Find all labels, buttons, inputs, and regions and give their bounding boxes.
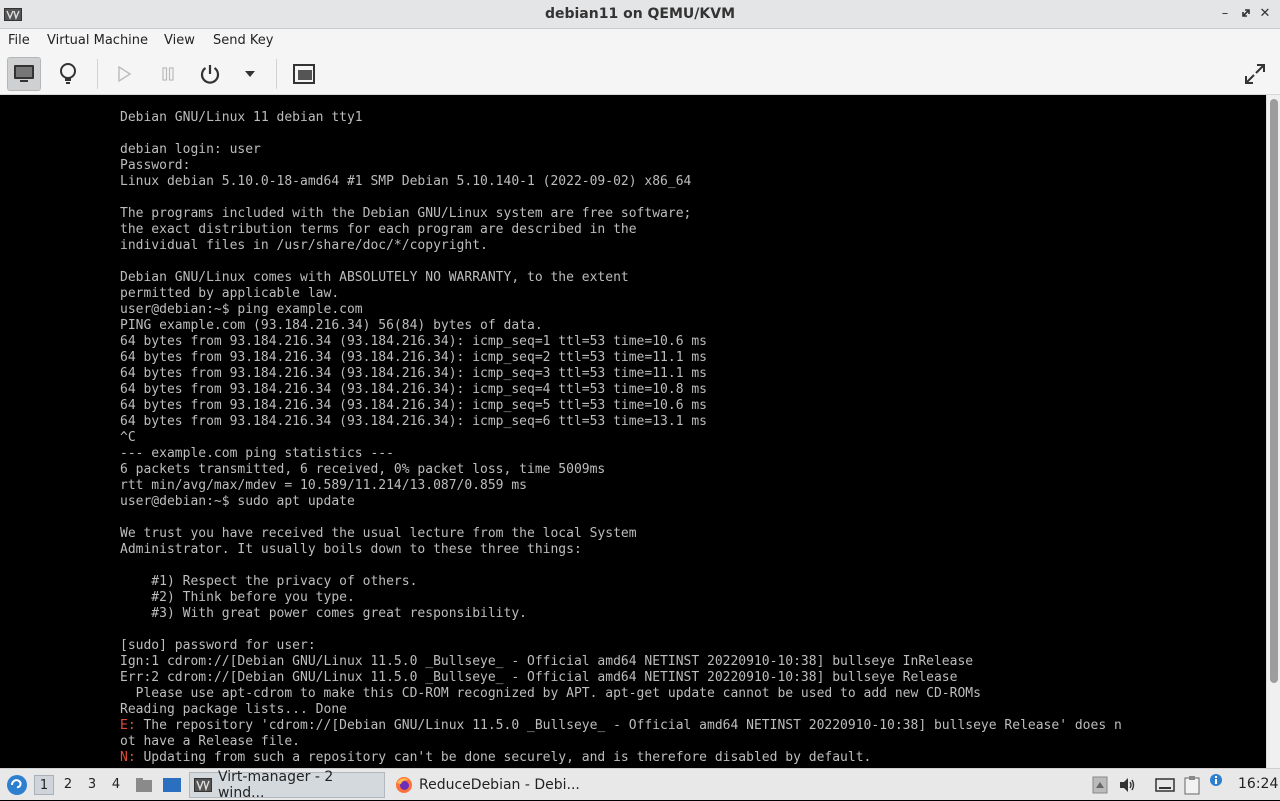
fullscreen-icon [1245,64,1265,84]
close-icon[interactable]: ✕ [1258,7,1272,21]
lightbulb-icon [60,63,76,84]
clock[interactable]: 16:24 [1238,776,1278,792]
error-prefix: E: [120,718,136,733]
notice-prefix: N: [120,750,136,765]
toolbar-separator [97,59,98,89]
keyboard-icon [1155,778,1175,792]
menu-bar: File Virtual Machine View Send Key [0,29,1280,53]
toolbar [0,53,1280,95]
workspace-2[interactable]: 2 [58,775,78,795]
menu-send-key[interactable]: Send Key [213,33,273,48]
toolbar-separator [276,59,277,89]
speaker-icon [1120,778,1135,792]
clipboard-icon [1184,776,1200,795]
file-manager-launcher[interactable] [134,775,154,795]
tray-panel-button[interactable] [1090,775,1110,795]
desktop-icon [163,778,181,792]
taskbar-item-firefox[interactable]: ReduceDebian - Debi... [391,772,591,798]
info-badge-icon [1210,774,1222,786]
chevron-down-icon [245,71,255,77]
workspace-1[interactable]: 1 [34,775,54,795]
minimize-icon[interactable]: – [1218,7,1232,21]
title-bar: debian11 on QEMU/KVM – ✕ [0,0,1280,29]
virt-manager-icon [194,778,212,792]
power-menu-button[interactable] [233,57,267,91]
volume-button[interactable] [1117,775,1137,795]
console-output: Debian GNU/Linux 11 debian tty1 debian l… [120,110,1122,766]
fullscreen-button[interactable] [1238,57,1272,91]
show-desktop-button[interactable] [162,775,182,795]
scrollbar-thumb[interactable] [1270,99,1278,683]
taskbar-item-virt-manager[interactable]: Virt-manager - 2 wind... [189,769,385,801]
maximize-icon[interactable] [1239,7,1253,21]
panel-icon [1092,776,1108,794]
run-button[interactable] [107,57,141,91]
lxqt-start-icon [7,775,27,795]
console-text: The repository 'cdrom://[Debian GNU/Linu… [120,718,1122,749]
play-icon [118,65,132,83]
pause-icon [162,67,174,81]
task-label: ReduceDebian - Debi... [419,777,580,793]
console-text: Updating from such a repository can't be… [135,750,872,765]
workspace-4[interactable]: 4 [106,775,126,795]
details-view-button[interactable] [51,57,85,91]
power-icon [200,65,220,84]
monitor-icon [14,65,34,82]
console-scrollbar[interactable] [1266,95,1280,768]
console-text: Debian GNU/Linux 11 debian tty1 debian l… [120,110,981,717]
power-button[interactable] [193,57,227,91]
menu-virtual-machine[interactable]: Virtual Machine [47,33,148,48]
clipboard-button[interactable] [1182,775,1202,795]
start-menu-button[interactable] [5,773,29,797]
menu-file[interactable]: File [8,33,30,48]
console-view-button[interactable] [7,57,41,91]
vm-console[interactable]: Debian GNU/Linux 11 debian tty1 debian l… [0,95,1266,768]
keyboard-layout-button[interactable] [1155,775,1175,795]
folder-icon [136,778,152,792]
update-notifier[interactable] [1208,772,1224,788]
window-title: debian11 on QEMU/KVM [544,6,736,22]
workspace-3[interactable]: 3 [82,775,102,795]
windows-icon [293,64,315,84]
pause-button[interactable] [151,57,185,91]
screenshot-button[interactable] [287,57,321,91]
task-label: Virt-manager - 2 wind... [217,769,334,801]
firefox-icon [396,777,412,793]
taskbar: 1 2 3 4 Virt-manager - 2 wind... ReduceD… [0,768,1280,801]
menu-view[interactable]: View [164,33,195,48]
